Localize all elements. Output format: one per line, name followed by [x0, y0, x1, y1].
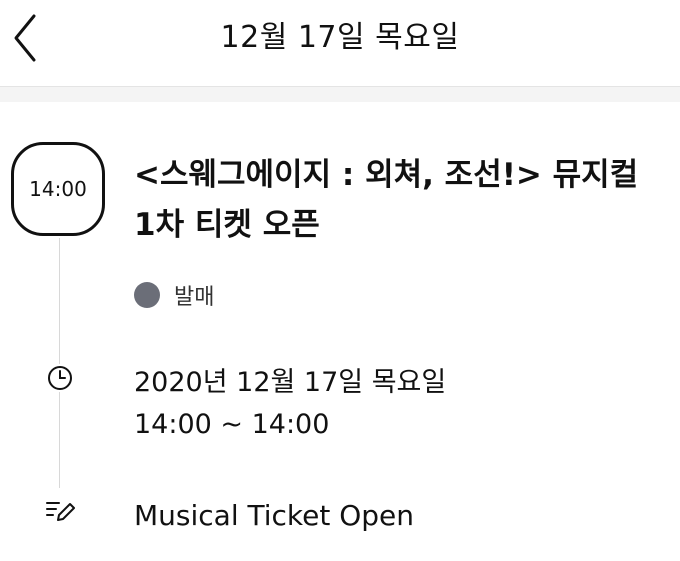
clock-icon [46, 364, 74, 392]
header-bar: 12월 17일 목요일 [0, 0, 680, 86]
status-label: 발매 [174, 285, 215, 310]
status-badge: 발매 [134, 280, 214, 310]
timeline-line [59, 238, 60, 488]
time-badge: 14:00 [11, 142, 105, 236]
section-divider [0, 86, 680, 102]
event-datetime: 2020년 12월 17일 목요일 14:00 ~ 14:00 [134, 362, 446, 446]
event-date: 2020년 12월 17일 목요일 [134, 367, 447, 398]
event-time-range: 14:00 ~ 14:00 [134, 409, 330, 440]
event-description: Musical Ticket Open [134, 499, 415, 532]
status-dot [134, 282, 160, 308]
memo-pencil-icon [44, 497, 76, 525]
event-title: <스웨그에이지 : 외쳐, 조선!> 뮤지컬 1차 티켓 오픈 [134, 157, 639, 243]
page-title: 12월 17일 목요일 [220, 20, 460, 55]
